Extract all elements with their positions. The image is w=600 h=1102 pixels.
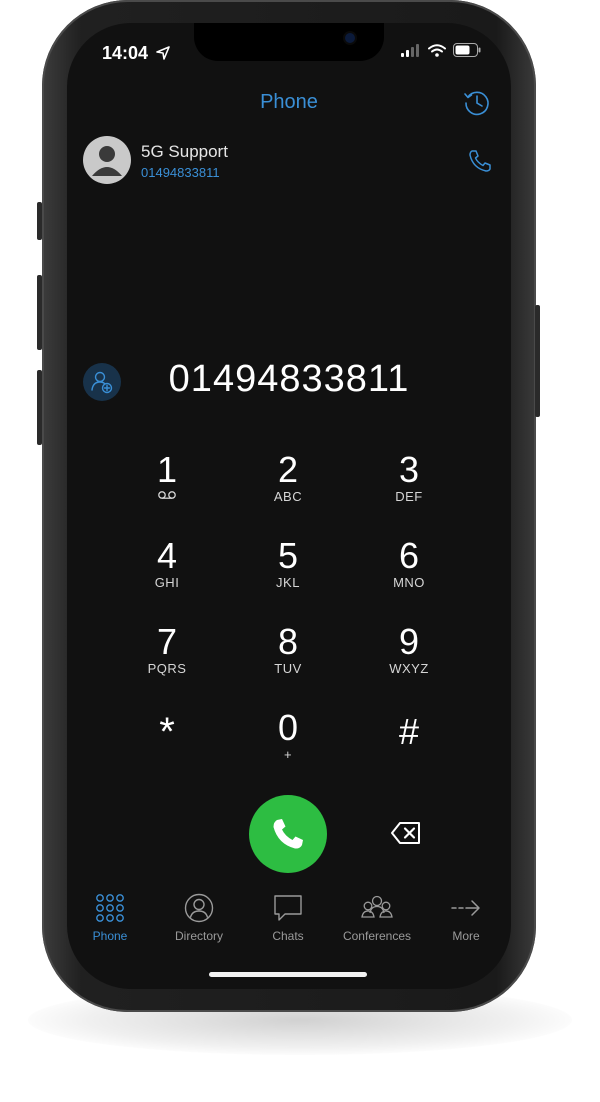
key-digit: 0 — [277, 707, 299, 748]
key-7[interactable]: 7 PQRS — [127, 623, 207, 693]
power-button — [535, 305, 540, 417]
arrow-right-icon — [451, 900, 480, 916]
key-4[interactable]: 4 GHI — [127, 537, 207, 607]
key-letters: DEF — [395, 489, 423, 504]
key-letters: PQRS — [147, 661, 187, 676]
camera — [345, 33, 355, 43]
key-6[interactable]: 6 MNO — [369, 537, 449, 607]
key-9[interactable]: 9 WXYZ — [369, 623, 449, 693]
tab-more[interactable]: More — [421, 891, 511, 943]
key-letters: ABC — [273, 489, 303, 504]
status-time: 14:04 — [102, 43, 170, 64]
recent-contact-name: 5G Support — [141, 142, 228, 161]
tab-bar: Phone Directory Chats Conferences More — [67, 891, 511, 951]
key-digit: 4 — [156, 535, 178, 576]
battery-icon — [453, 43, 481, 57]
key-3[interactable]: 3 DEF — [369, 451, 449, 521]
home-indicator[interactable] — [209, 972, 367, 977]
key-digit: 2 — [277, 449, 299, 490]
page-title: Phone — [260, 91, 318, 113]
call-button[interactable] — [249, 795, 327, 873]
backspace-button[interactable] — [390, 820, 422, 846]
volume-up-button — [37, 275, 42, 350]
backspace-icon — [391, 822, 420, 844]
phone-handset-icon — [469, 150, 491, 172]
phone-screen: 14:04 Phone 5G Support 01494833811 01494… — [67, 23, 511, 989]
key-digit: 6 — [398, 535, 420, 576]
key-letters: MNO — [393, 575, 425, 590]
key-2[interactable]: 2 ABC — [248, 451, 328, 521]
key-letters: WXYZ — [389, 661, 429, 676]
group-icon — [361, 895, 393, 918]
person-icon — [92, 146, 122, 176]
key-digit: 8 — [277, 621, 299, 662]
recent-call-row[interactable]: 5G Support 01494833811 — [83, 136, 493, 188]
key-letters: JKL — [276, 575, 300, 590]
location-arrow-icon — [156, 46, 170, 60]
phone-handset-icon — [273, 819, 303, 849]
key-digit: * — [159, 710, 175, 754]
key-hash[interactable]: # — [369, 713, 449, 783]
key-star[interactable]: * — [127, 710, 207, 783]
keypad-grid-icon — [96, 894, 124, 922]
key-5[interactable]: 5 JKL — [248, 537, 328, 607]
key-0[interactable]: 0 + — [248, 709, 328, 779]
dialed-number-display[interactable]: 01494833811 — [67, 358, 511, 401]
wifi-icon — [428, 43, 446, 57]
key-digit: # — [398, 711, 420, 752]
key-digit: 3 — [398, 449, 420, 490]
mute-switch — [37, 202, 42, 240]
status-icons — [401, 43, 481, 57]
key-digit: 5 — [277, 535, 299, 576]
tab-label: Conferences — [342, 929, 412, 943]
key-letters: GHI — [154, 575, 180, 590]
tab-label: Phone — [92, 929, 128, 943]
voicemail-icon — [158, 491, 176, 499]
person-circle-icon — [184, 893, 214, 923]
tab-label: More — [452, 929, 480, 943]
tab-label: Chats — [272, 929, 304, 943]
key-digit: 7 — [156, 621, 178, 662]
recent-call-button[interactable] — [467, 148, 493, 174]
key-8[interactable]: 8 TUV — [248, 623, 328, 693]
avatar — [83, 136, 131, 184]
volume-down-button — [37, 370, 42, 445]
tab-label: Directory — [174, 929, 223, 943]
recent-contact-number: 01494833811 — [141, 165, 220, 180]
call-history-button[interactable] — [462, 88, 492, 118]
key-letters: TUV — [274, 661, 302, 676]
tab-directory[interactable]: Directory — [154, 891, 244, 943]
tab-conferences[interactable]: Conferences — [332, 891, 422, 943]
key-digit: 9 — [398, 621, 420, 662]
notch — [194, 23, 384, 61]
key-1[interactable]: 1 — [127, 451, 207, 521]
tab-chats[interactable]: Chats — [243, 891, 333, 943]
key-letters: + — [283, 747, 293, 762]
key-digit: 1 — [156, 449, 178, 490]
history-clock-icon — [464, 91, 489, 116]
signal-icon — [401, 43, 419, 57]
tab-phone[interactable]: Phone — [67, 891, 155, 943]
chat-bubble-icon — [274, 895, 302, 921]
time-text: 14:04 — [102, 43, 149, 63]
